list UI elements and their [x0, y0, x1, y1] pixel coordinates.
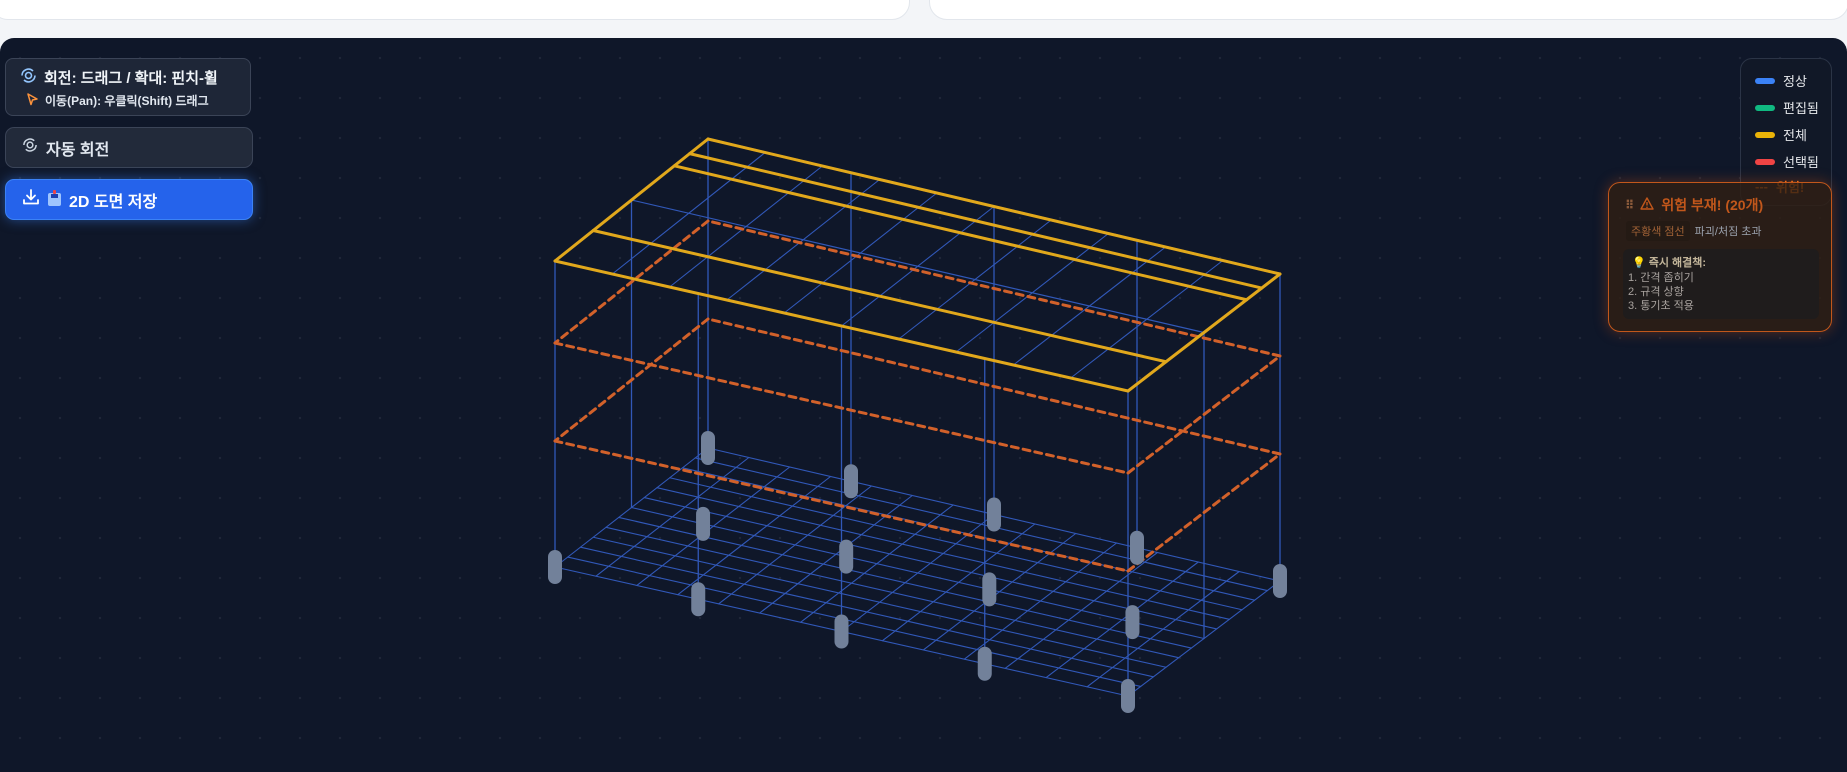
top-card-right — [929, 0, 1847, 20]
footing[interactable] — [982, 572, 997, 607]
drag-handle-icon[interactable]: ⠿ — [1625, 198, 1634, 212]
footing[interactable] — [834, 614, 849, 649]
legend-label: 선택됨 — [1783, 155, 1819, 170]
lightbulb-icon: 💡 — [1632, 257, 1646, 269]
roof-mid-beam[interactable] — [630, 199, 1205, 334]
footing[interactable] — [1125, 605, 1140, 640]
legend-label: 정상 — [1783, 74, 1807, 89]
warning-triangle-icon — [1640, 197, 1655, 213]
legend-swatch — [1755, 158, 1775, 165]
footing[interactable] — [987, 497, 1001, 532]
warning-tag-desc: 파괴/처짐 초과 — [1694, 226, 1762, 238]
selected-beam[interactable] — [688, 152, 1264, 290]
footing[interactable] — [977, 646, 992, 681]
hint-title: 회전: 드래그 / 확대: 핀치-휠 — [44, 70, 218, 87]
footing[interactable] — [701, 431, 715, 465]
controls-hint: 회전: 드래그 / 확대: 핀치-휠 이동(Pan): 우클릭(Shift) 드… — [5, 58, 251, 116]
structure-model[interactable] — [0, 38, 1847, 772]
auto-rotate-label: 자동 회전 — [46, 141, 110, 159]
footing[interactable] — [548, 550, 562, 584]
save-2d-label: 2D 도면 저장 — [69, 193, 158, 211]
floppy-disk-icon — [48, 190, 61, 206]
3d-viewport[interactable]: 회전: 드래그 / 확대: 핀치-휠 이동(Pan): 우클릭(Shift) 드… — [0, 38, 1847, 772]
legend-swatch — [1755, 131, 1775, 138]
cursor-icon — [26, 92, 39, 109]
danger-warning-panel[interactable]: ⠿ 위험 부재! (20개) 주황색 점선 파괴/처짐 초과 💡 즉시 해결책:… — [1608, 182, 1832, 332]
legend-label: 전체 — [1783, 128, 1807, 143]
auto-rotate-button[interactable]: 자동 회전 — [5, 127, 253, 168]
footing[interactable] — [1273, 564, 1287, 598]
legend-item-edited: 편집됨 — [1755, 98, 1819, 117]
hint-subtitle: 이동(Pan): 우클릭(Shift) 드래그 — [45, 94, 209, 108]
footing[interactable] — [691, 582, 706, 617]
footing[interactable] — [1121, 679, 1135, 713]
save-2d-button[interactable]: 2D 도면 저장 — [5, 179, 253, 220]
legend-item-all: 전체 — [1755, 125, 1807, 144]
download-icon — [22, 188, 40, 211]
top-card-left — [0, 0, 910, 20]
fix-list: 💡 즉시 해결책: 1. 간격 좁히기 2. 규격 상향 3. 통기초 적용 — [1623, 249, 1819, 319]
footing[interactable] — [844, 464, 858, 499]
fix-item: 3. 통기초 적용 — [1628, 300, 1694, 312]
legend-swatch — [1755, 77, 1775, 84]
warning-title: 위험 부재! (20개) — [1661, 197, 1764, 213]
legend-label: 편집됨 — [1783, 101, 1819, 116]
rotate-icon — [20, 67, 37, 88]
fix-title: 즉시 해결책: — [1648, 257, 1707, 269]
footing[interactable] — [696, 506, 711, 541]
footing[interactable] — [839, 539, 854, 574]
legend-swatch — [1755, 104, 1775, 111]
warning-tag: 주황색 점선 — [1626, 221, 1690, 241]
legend-item-normal: 정상 — [1755, 71, 1807, 90]
footing[interactable] — [1130, 530, 1144, 565]
rotate-icon — [22, 137, 38, 158]
legend-item-selected: 선택됨 — [1755, 152, 1819, 171]
